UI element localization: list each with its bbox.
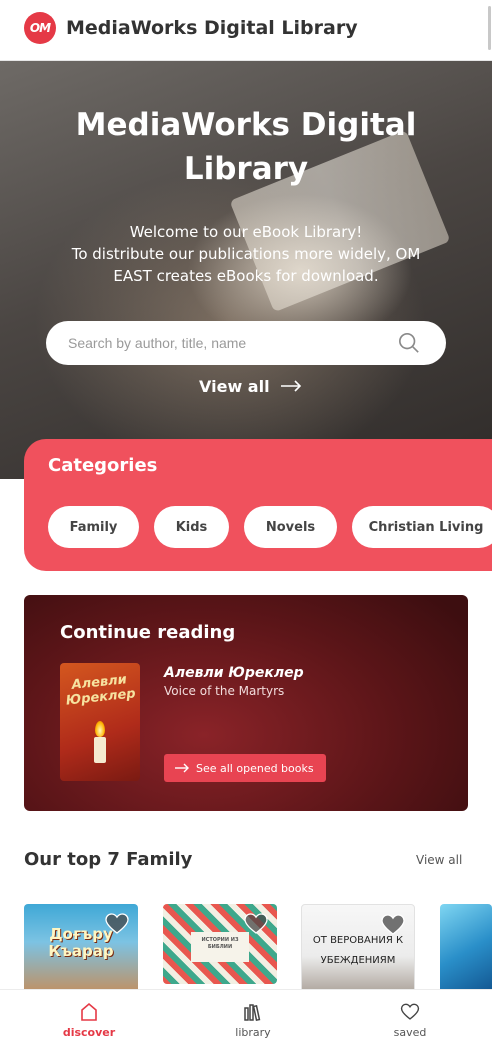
heart-icon[interactable] (104, 912, 130, 936)
see-all-opened-books-button[interactable]: See all opened books (164, 754, 326, 782)
hero-banner: MediaWorks Digital Library Welcome to ou… (0, 61, 492, 479)
book-card[interactable]: ОТ ВЕРОВАНИЯ К УБЕЖДЕНИЯМ (301, 904, 415, 999)
nav-item-saved[interactable]: saved (370, 1002, 450, 1039)
section-view-all-link[interactable]: View all (416, 853, 462, 867)
search-bar (46, 321, 446, 365)
book-card-cover-title: ОТ ВЕРОВАНИЯ К УБЕЖДЕНИЯМ (312, 935, 404, 966)
category-chip-christian-living[interactable]: Christian Living (352, 506, 492, 548)
nav-item-discover[interactable]: discover (49, 1002, 129, 1039)
app-page: ОМ MediaWorks Digital Library MediaWorks… (0, 0, 492, 1049)
hero-view-all-link[interactable]: View all (199, 374, 302, 398)
hero-welcome: Welcome to our eBook Library! (129, 223, 363, 241)
candle-image (94, 737, 106, 763)
book-author: Voice of the Martyrs (164, 684, 285, 698)
nav-label-discover: discover (62, 1026, 116, 1039)
book-card[interactable] (440, 904, 492, 999)
heart-icon (400, 1003, 420, 1020)
book-card-cover-title: ИСТОРИИ ИЗ БИБЛИИ (201, 937, 239, 950)
continue-reading-card: Continue reading Алевли Юреклер Алевли Ю… (24, 595, 468, 811)
nav-label-saved: saved (393, 1026, 427, 1039)
book-card[interactable]: ИСТОРИИ ИЗ БИБЛИИ (163, 904, 277, 984)
book-cover-title: Алевли Юреклер (65, 672, 137, 709)
categories-panel: Categories Family Kids Novels Christian … (24, 439, 492, 571)
hero-description: Welcome to our eBook Library! To distrib… (56, 221, 436, 287)
app-title: MediaWorks Digital Library (66, 17, 358, 39)
category-chip-kids[interactable]: Kids (154, 506, 229, 548)
heart-icon[interactable] (243, 912, 269, 936)
top-bar: ОМ MediaWorks Digital Library (0, 0, 492, 61)
hero-subtitle: To distribute our publications more wide… (71, 245, 421, 285)
arrow-right-icon (175, 763, 189, 773)
search-icon[interactable] (398, 332, 420, 354)
book-cover[interactable]: Алевли Юреклер (60, 663, 140, 781)
category-chip-family[interactable]: Family (48, 506, 139, 548)
candle-flame-image (95, 721, 105, 737)
hero-title: MediaWorks Digital Library (75, 107, 417, 187)
home-icon (81, 1002, 97, 1021)
arrow-right-icon (280, 380, 301, 392)
nav-item-library[interactable]: library (213, 1002, 293, 1039)
hero-view-all-label: View all (199, 376, 270, 396)
books-icon (244, 1004, 261, 1022)
book-title[interactable]: Алевли Юреклер (164, 665, 304, 681)
logo[interactable]: ОМ (24, 12, 56, 44)
see-all-opened-books-label: See all opened books (196, 761, 314, 775)
bottom-navigation: discover library saved (0, 989, 492, 1049)
continue-reading-title: Continue reading (60, 622, 236, 643)
heart-icon[interactable] (380, 913, 406, 937)
section-title: Our top 7 Family (24, 849, 193, 870)
search-input[interactable] (68, 321, 378, 365)
nav-label-library: library (235, 1026, 271, 1039)
category-chip-novels[interactable]: Novels (244, 506, 337, 548)
categories-title: Categories (48, 455, 158, 476)
book-card[interactable]: Доғъру Къарар (24, 904, 138, 999)
scrollbar[interactable] (488, 6, 491, 50)
